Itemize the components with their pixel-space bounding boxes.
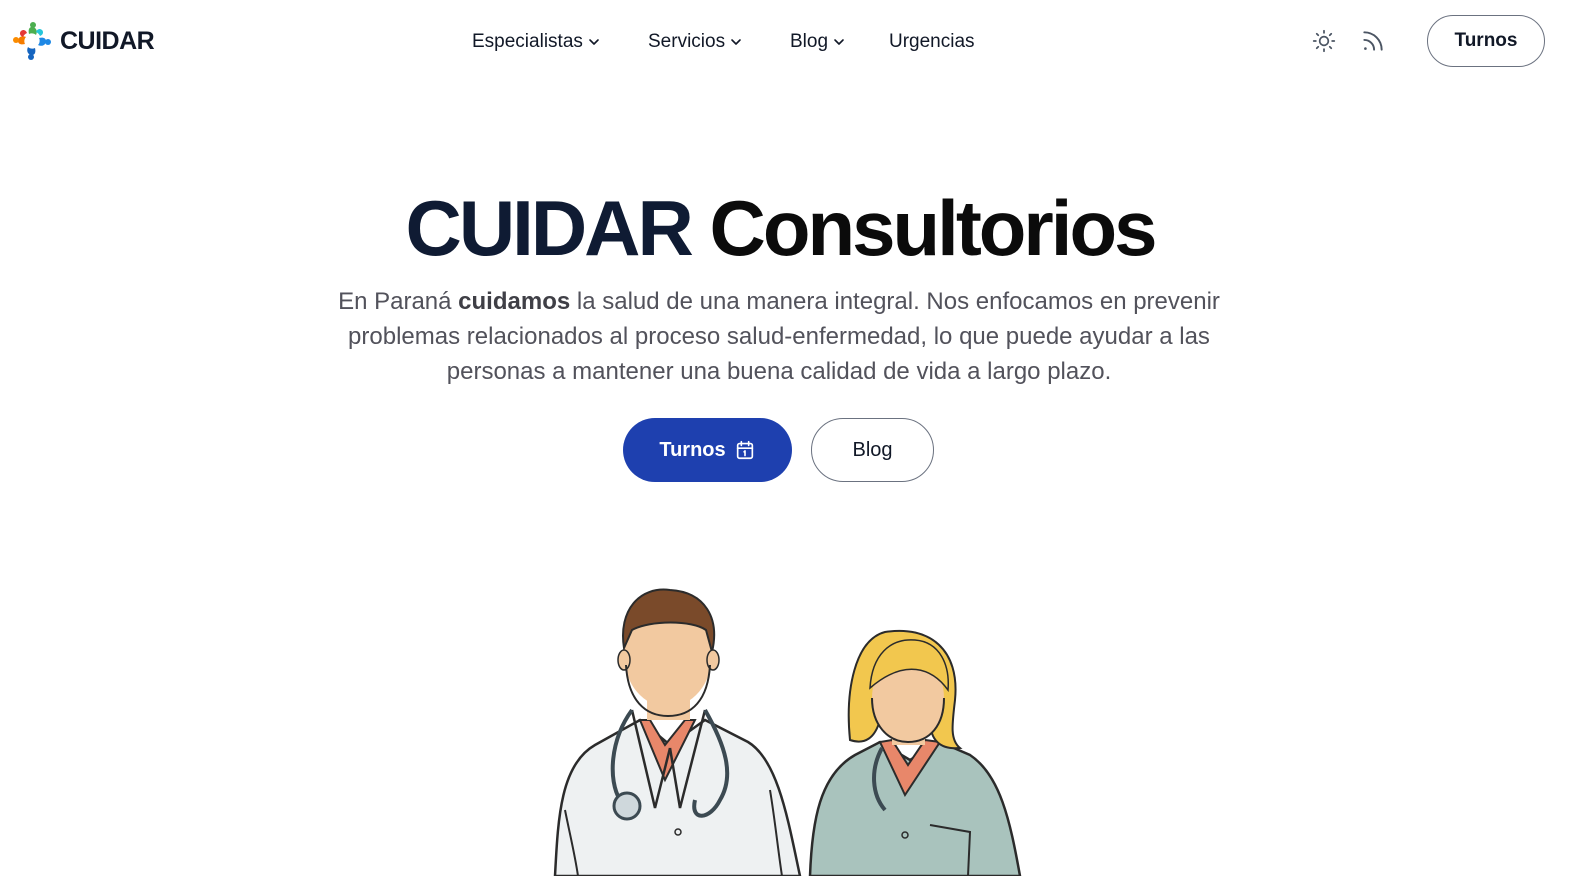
blog-button[interactable]: Blog <box>811 418 934 482</box>
female-doctor-figure <box>808 629 1022 876</box>
hero-desc-bold: cuidamos <box>458 288 571 315</box>
header-turnos-label: Turnos <box>1454 30 1518 51</box>
nav-item-label: Blog <box>790 31 829 52</box>
calendar-icon <box>736 440 753 460</box>
nav-item-urgencias[interactable]: Urgencias <box>889 28 975 56</box>
theme-toggle-button[interactable] <box>1310 27 1338 55</box>
nav-item-servicios[interactable]: Servicios <box>648 28 742 56</box>
main-nav: Especialistas Servicios Blog Urgencias <box>0 28 1575 56</box>
turnos-button-label: Turnos <box>659 438 726 461</box>
hero-title-brand: CUIDAR <box>405 184 694 272</box>
nav-item-blog[interactable]: Blog <box>790 28 845 56</box>
sun-icon <box>1312 29 1336 53</box>
chevron-down-icon <box>589 39 599 45</box>
nav-item-especialistas[interactable]: Especialistas <box>472 28 600 56</box>
blog-button-label: Blog <box>852 438 893 461</box>
hero-desc-prefix: En Paraná <box>338 288 459 315</box>
site-header: CUIDAR Especialistas Servicios Blog Urge… <box>0 0 1575 84</box>
nav-item-label: Servicios <box>648 31 726 52</box>
doctors-illustration <box>553 588 1022 876</box>
male-doctor-figure <box>553 588 802 876</box>
nav-item-label: Urgencias <box>889 31 975 52</box>
chevron-down-icon <box>731 39 741 45</box>
hero-title: CUIDAR Consultorios <box>0 180 1560 276</box>
hero-description: En Paraná cuidamos la salud de una maner… <box>300 284 1258 389</box>
chevron-down-icon <box>834 39 844 45</box>
page: CUIDAR Especialistas Servicios Blog Urge… <box>0 0 1575 876</box>
hero-title-consultorios: Consultorios <box>709 184 1158 272</box>
turnos-button[interactable]: Turnos <box>623 418 792 482</box>
nav-item-label: Especialistas <box>472 31 583 52</box>
header-turnos-button[interactable]: Turnos <box>1427 15 1545 67</box>
rss-icon <box>1363 31 1383 51</box>
rss-feed-link[interactable] <box>1359 27 1387 55</box>
